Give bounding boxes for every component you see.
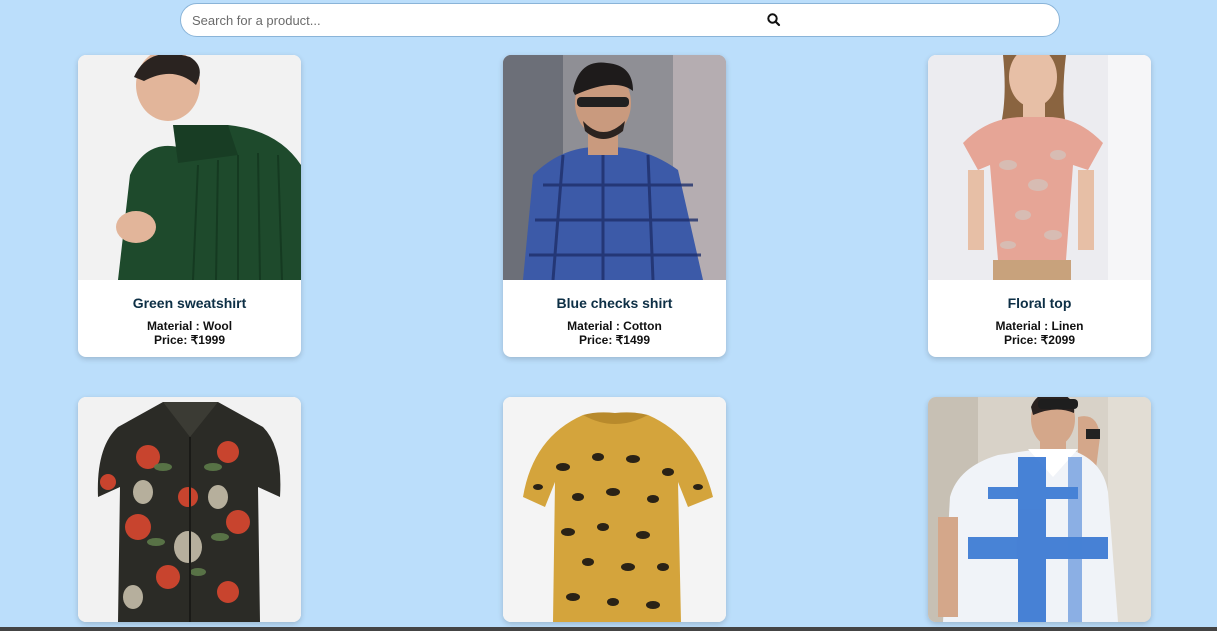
product-name: Blue checks shirt (556, 295, 673, 311)
product-material: Material : Linen (995, 319, 1084, 333)
bottom-edge (0, 627, 1217, 631)
product-card[interactable]: Blue checks shirt Material : Cotton Pric… (503, 55, 726, 357)
product-price: Price: ₹1499 (578, 333, 650, 347)
product-page: Green sweatshirt Material : Wool Price: … (0, 0, 1217, 631)
product-image[interactable] (503, 397, 726, 622)
product-info: Floral top Material : Linen Price: ₹2099 (928, 280, 1151, 357)
product-name: Floral top (1007, 295, 1072, 311)
search-input[interactable] (192, 4, 752, 36)
product-image[interactable] (78, 397, 301, 622)
product-card[interactable]: Green sweatshirt Material : Wool Price: … (78, 55, 301, 357)
product-price: Price: ₹1999 (153, 333, 225, 347)
search-bar (180, 3, 1060, 37)
product-card[interactable] (928, 397, 1151, 622)
product-image[interactable] (503, 55, 726, 280)
product-card[interactable] (503, 397, 726, 622)
search-icon[interactable] (766, 12, 782, 28)
product-image[interactable] (928, 397, 1151, 622)
product-material: Material : Wool (146, 319, 233, 333)
product-info: Green sweatshirt Material : Wool Price: … (78, 280, 301, 357)
product-image[interactable] (928, 55, 1151, 280)
product-card[interactable] (78, 397, 301, 622)
product-name: Green sweatshirt (132, 295, 247, 311)
product-image[interactable] (78, 55, 301, 280)
product-card[interactable]: Floral top Material : Linen Price: ₹2099 (928, 55, 1151, 357)
product-price: Price: ₹2099 (1003, 333, 1075, 347)
product-material: Material : Cotton (567, 319, 662, 333)
product-info: Blue checks shirt Material : Cotton Pric… (503, 280, 726, 357)
